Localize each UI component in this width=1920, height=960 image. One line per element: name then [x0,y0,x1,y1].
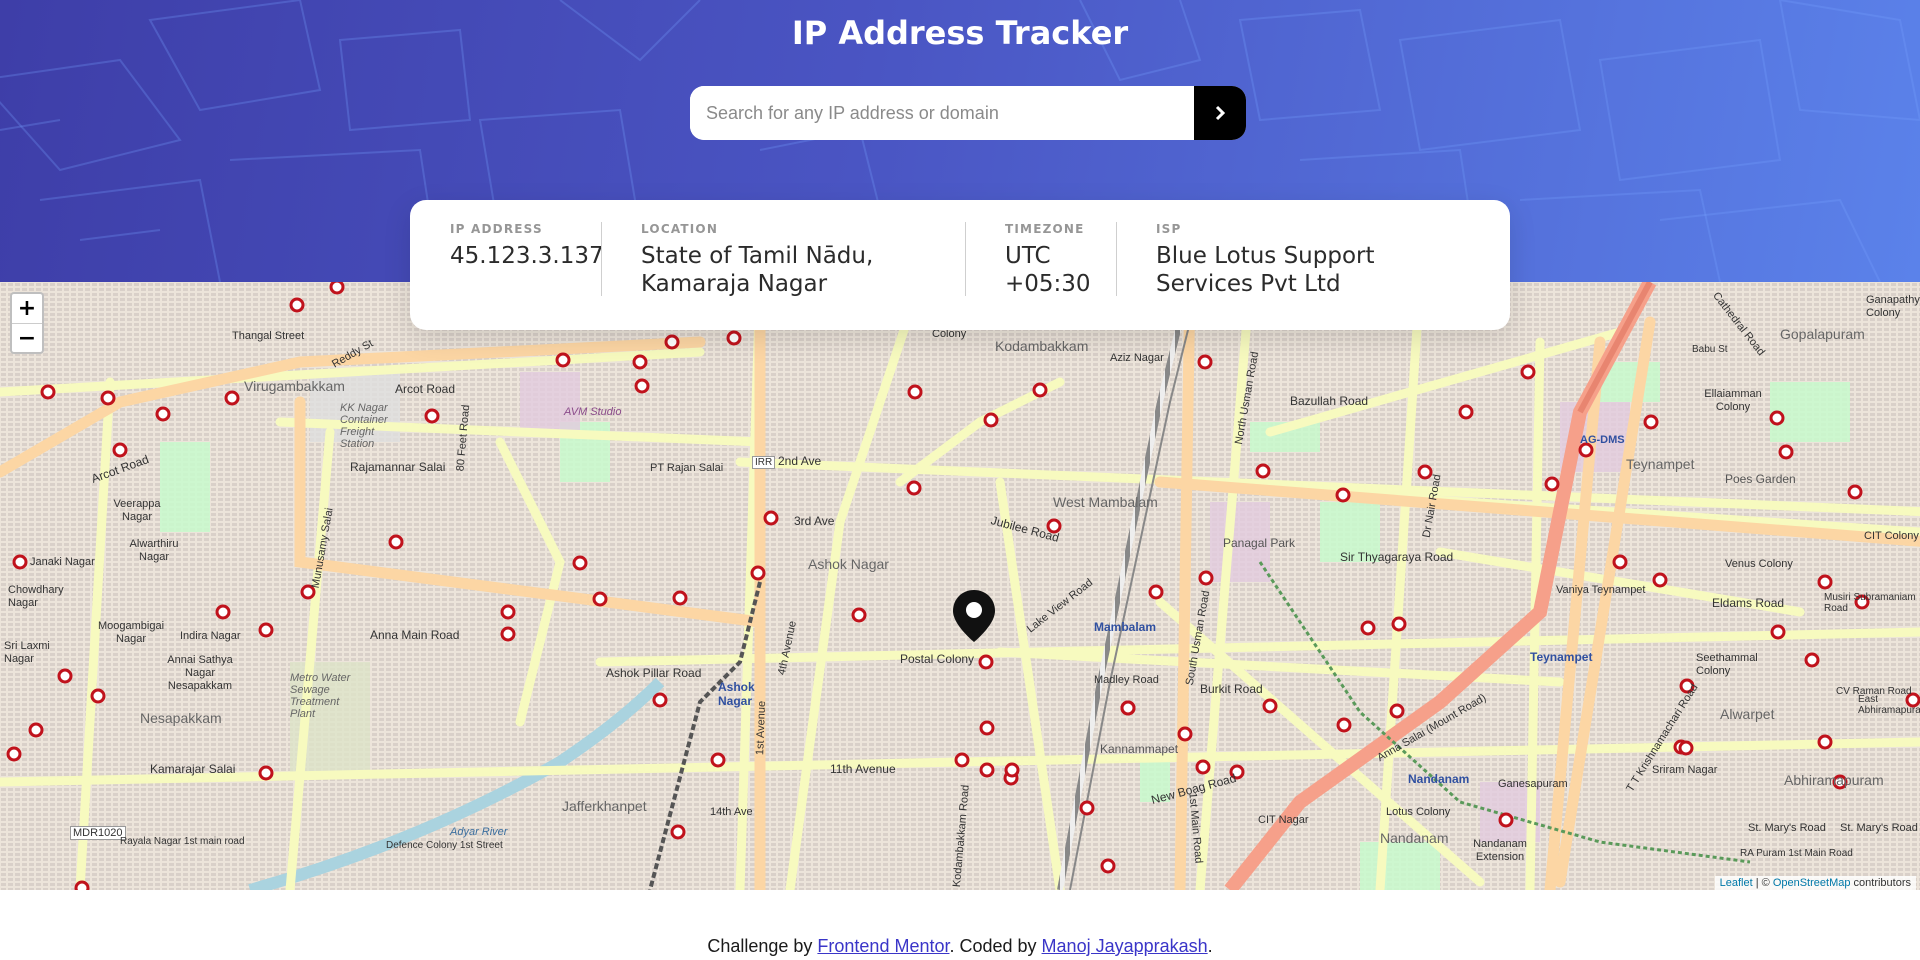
attribution-separator: | © [1752,877,1773,889]
zoom-in-button[interactable]: + [12,294,42,323]
attribution-suffix: contributors [1850,877,1911,889]
app-root: IP Address Tracker IP ADDRESS 45.123.3.1… [0,0,1920,960]
location-marker[interactable] [951,588,997,649]
leaflet-link[interactable]: Leaflet [1720,877,1753,889]
zoom-out-button[interactable]: − [12,323,42,352]
timezone-panel: TIMEZONE UTC +05:30 [965,222,1116,297]
author-link[interactable]: Manoj Jayapprakash [1042,936,1208,956]
ip-address-value: 45.123.3.137 [450,243,604,269]
ip-address-label: IP ADDRESS [450,222,543,236]
isp-label: ISP [1156,222,1182,236]
map-tiles[interactable] [0,282,1920,890]
footer-suffix: . [1207,936,1213,956]
footer-middle: . Coded by [949,936,1042,956]
location-value-line1: State of Tamil Nādu, [641,243,874,269]
timezone-value-line2: +05:30 [1005,271,1091,297]
timezone-label: TIMEZONE [1005,222,1085,236]
isp-value-line1: Blue Lotus Support [1156,243,1375,269]
timezone-value-line1: UTC [1005,243,1051,269]
search-submit-button[interactable] [1194,86,1246,140]
openstreetmap-link[interactable]: OpenStreetMap [1773,877,1851,889]
map-attribution: Leaflet | © OpenStreetMap contributors [1714,876,1916,890]
search-input[interactable] [690,86,1194,140]
frontend-mentor-link[interactable]: Frontend Mentor [817,936,949,956]
search-form [690,86,1246,140]
map[interactable]: Virugambakkam Kodambakkam West Mambalam … [0,282,1920,890]
isp-value-line2: Services Pvt Ltd [1156,271,1341,297]
footer-prefix: Challenge by [707,936,818,956]
zoom-control: + − [10,292,44,354]
location-panel: LOCATION State of Tamil Nādu, Kamaraja N… [601,222,965,297]
location-label: LOCATION [641,222,719,236]
chevron-right-icon [1215,105,1226,121]
location-pin-icon [953,590,995,642]
isp-panel: ISP Blue Lotus Support Services Pvt Ltd [1116,222,1416,297]
footer: Challenge by Frontend Mentor. Coded by M… [0,936,1920,957]
location-value-line2: Kamaraja Nagar [641,271,828,297]
page-title: IP Address Tracker [791,14,1129,52]
ip-info-card: IP ADDRESS 45.123.3.137 LOCATION State o… [410,200,1510,330]
ip-address-panel: IP ADDRESS 45.123.3.137 [410,222,604,296]
